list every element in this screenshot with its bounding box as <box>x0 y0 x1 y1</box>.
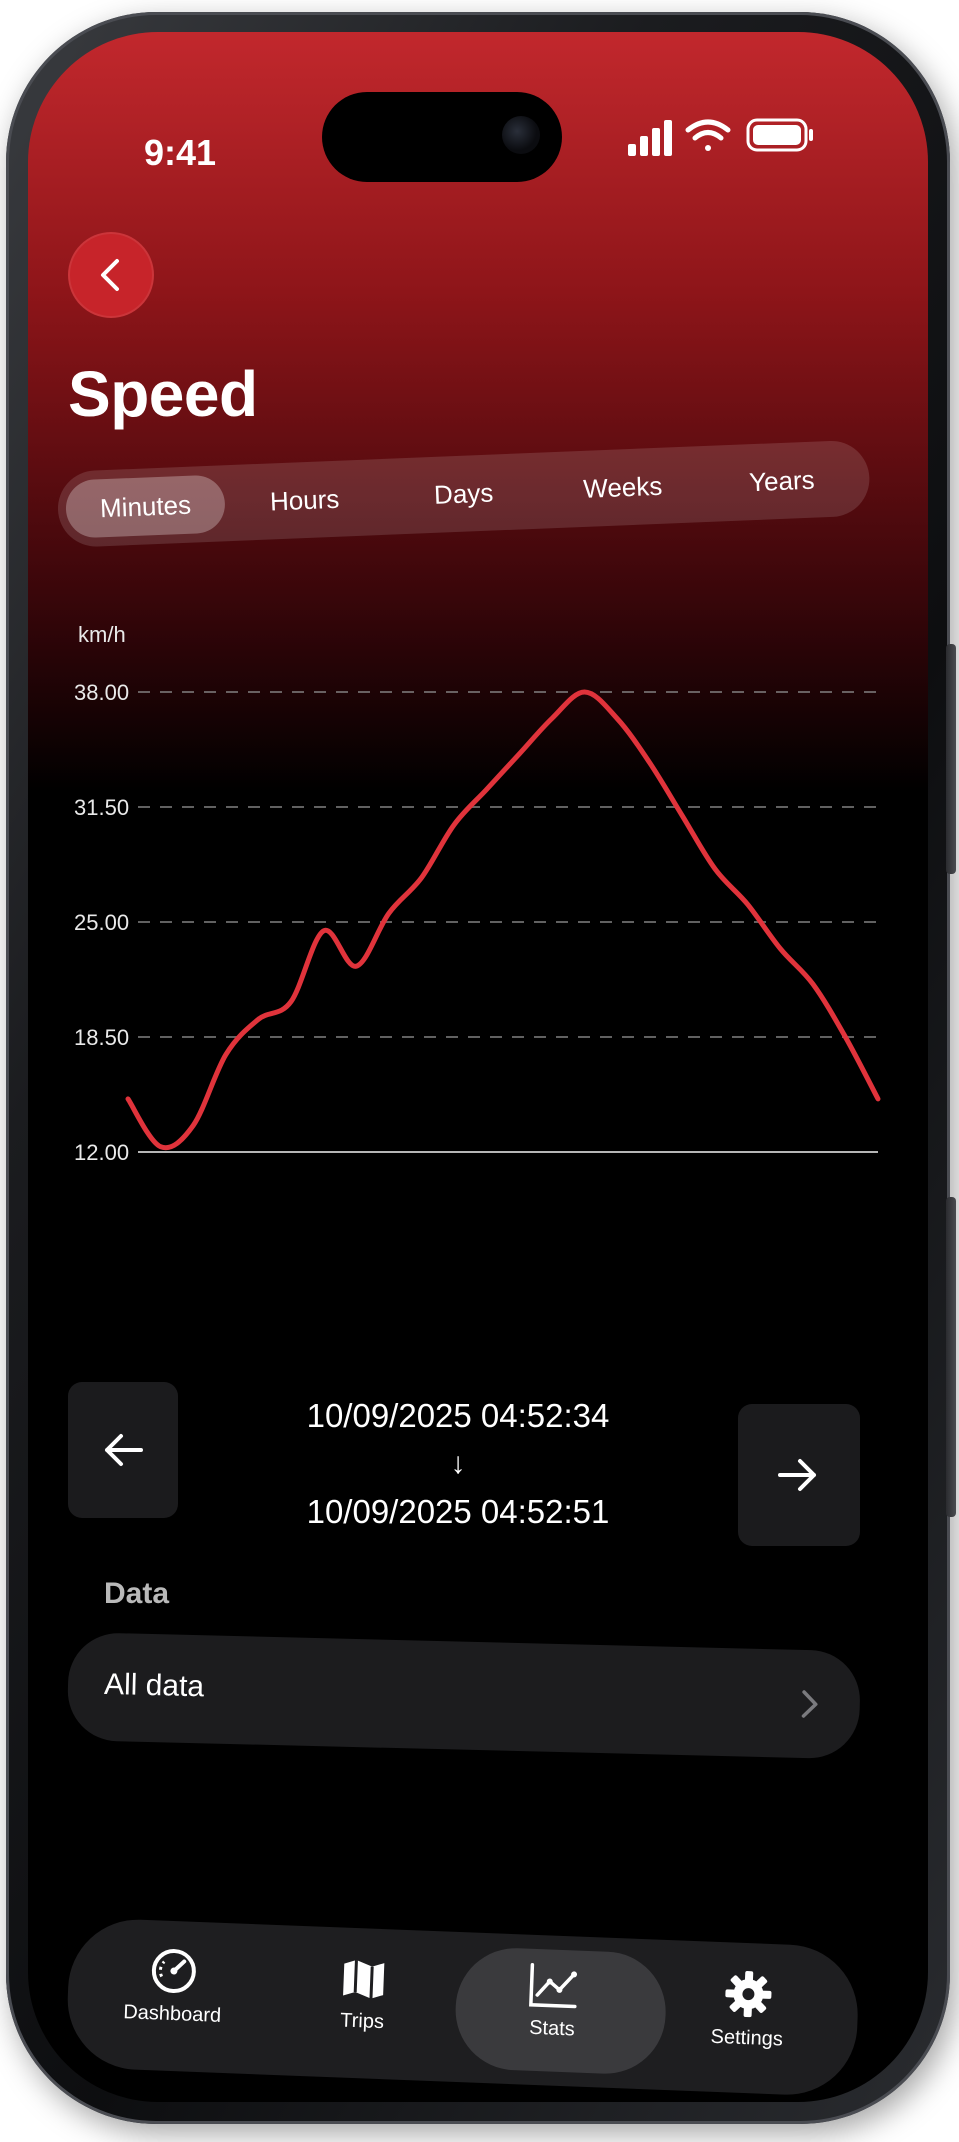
speed-chart-svg: km/h 38.00 31.50 25.00 18.50 12.00 <box>74 622 881 1165</box>
arrow-right-icon <box>778 1459 816 1491</box>
tab-years[interactable]: Years <box>701 449 862 513</box>
camera-icon <box>502 116 540 154</box>
side-button-upper <box>946 644 956 874</box>
dynamic-island <box>322 92 562 182</box>
range-start: 10/09/2025 04:52:34 <box>306 1397 610 1434</box>
time-range-tabs: Minutes Hours Days Weeks Years <box>56 439 871 548</box>
y-tick-label: 25.00 <box>74 910 129 935</box>
status-icons <box>628 112 848 162</box>
tabbar-stats[interactable]: Stats <box>453 1932 668 2089</box>
tabbar-trips-label: Trips <box>339 2009 385 2034</box>
all-data-row[interactable]: All data <box>66 1632 862 1760</box>
side-button-lower <box>946 1197 956 1517</box>
next-range-button[interactable] <box>738 1404 860 1546</box>
wifi-icon <box>685 119 731 151</box>
tabbar-settings[interactable]: Settings <box>650 1940 846 2097</box>
speedometer-icon <box>151 1949 196 1994</box>
previous-range-button[interactable] <box>68 1382 178 1518</box>
tab-weeks[interactable]: Weeks <box>542 455 703 519</box>
tab-hours[interactable]: Hours <box>224 468 385 532</box>
all-data-label: All data <box>103 1667 205 1704</box>
chart-line-icon <box>529 1963 578 2009</box>
tabbar-dashboard[interactable]: Dashboard <box>75 1917 271 2074</box>
signal-icon <box>628 120 672 156</box>
tab-days[interactable]: Days <box>383 462 544 526</box>
point-layer <box>128 692 879 1148</box>
y-tick-layer: 38.00 31.50 25.00 18.50 12.00 <box>74 680 129 1165</box>
tabbar-settings-label: Settings <box>710 2025 784 2051</box>
date-range: 10/09/2025 04:52:34 ↓ 10/09/2025 04:52:5… <box>248 1392 668 1536</box>
bottom-tab-bar: Dashboard Trips Stats Settings <box>65 1917 861 2098</box>
data-section-label: Data <box>104 1577 170 1610</box>
speed-line <box>125 689 881 1151</box>
y-tick-label: 12.00 <box>74 1140 129 1165</box>
y-tick-label: 18.50 <box>74 1025 129 1050</box>
tabbar-trips[interactable]: Trips <box>265 1925 461 2082</box>
arrow-left-icon <box>105 1434 143 1466</box>
y-tick-label: 38.00 <box>74 680 129 705</box>
gear-icon <box>725 1971 772 2018</box>
tab-minutes[interactable]: Minutes <box>64 474 227 539</box>
speed-chart: km/h 38.00 31.50 25.00 18.50 12.00 <box>58 592 898 1192</box>
map-icon <box>343 1959 385 1999</box>
phone-frame: 9:41 Speed Minutes Hours Days Weeks Year… <box>6 12 956 2124</box>
grid-layer <box>138 691 878 1153</box>
screen: 9:41 Speed Minutes Hours Days Weeks Year… <box>28 32 928 2102</box>
y-tick-label: 31.50 <box>74 795 129 820</box>
chevron-left-icon <box>101 259 119 291</box>
range-separator: ↓ <box>450 1447 466 1480</box>
back-button[interactable] <box>68 232 154 318</box>
chevron-right-icon <box>801 1690 818 1718</box>
y-axis-unit: km/h <box>78 622 126 647</box>
battery-icon <box>746 118 813 152</box>
tabbar-dashboard-label: Dashboard <box>122 2001 222 2027</box>
page-title: Speed <box>68 358 258 430</box>
range-end: 10/09/2025 04:52:51 <box>306 1493 610 1530</box>
status-time: 9:41 <box>144 132 217 173</box>
